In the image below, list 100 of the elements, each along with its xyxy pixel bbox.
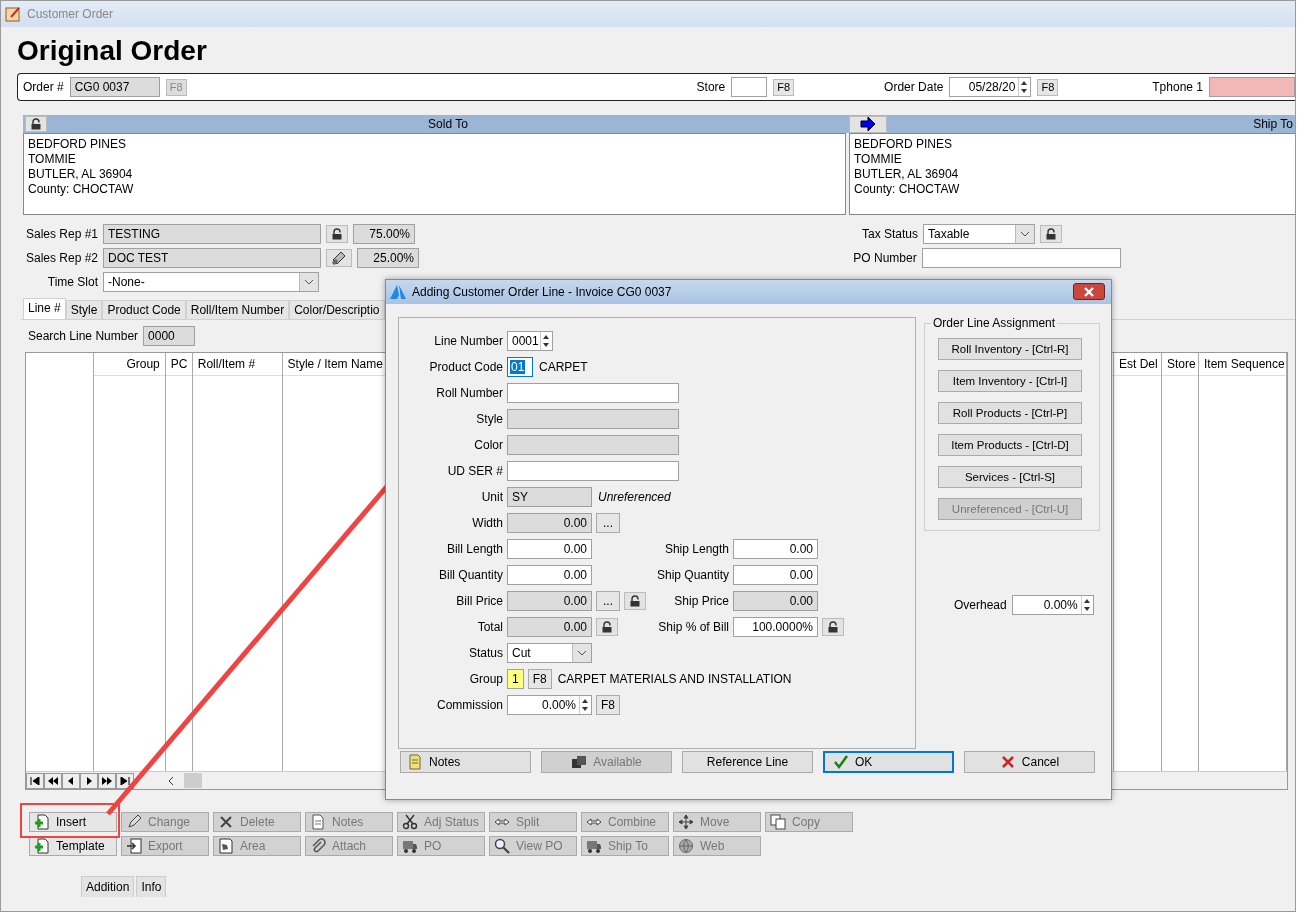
field-button[interactable]: ... (596, 591, 620, 611)
text-field[interactable]: 0.00 (733, 539, 818, 559)
field-note: CARPET (539, 360, 588, 374)
nav-button[interactable] (26, 772, 44, 789)
column-header[interactable]: Roll/Item # (192, 353, 282, 376)
address-line: BUTLER, AL 36904 (28, 167, 134, 182)
tab[interactable]: Info (136, 876, 167, 897)
dialog-button[interactable]: Reference Line (682, 751, 813, 773)
field-label: Order # (23, 80, 64, 94)
commission-share-field[interactable]: 25.00% (357, 247, 419, 268)
lookup-button[interactable]: F8 (773, 78, 795, 96)
lookup-button[interactable]: F8 (1037, 78, 1059, 96)
lock-icon (1045, 227, 1057, 240)
lock-button[interactable] (624, 592, 646, 610)
doc-plus-icon (34, 814, 50, 830)
search-icon (494, 838, 510, 854)
field-button[interactable]: F8 (596, 695, 620, 715)
sales-rep-field[interactable]: TESTING (103, 223, 321, 244)
text-field[interactable]: 0.00 (507, 565, 592, 585)
column-header[interactable]: Est Del (1114, 353, 1161, 376)
text-field[interactable]: 0.00 (507, 591, 592, 611)
lock-button[interactable] (596, 618, 618, 636)
arrow-icon (860, 117, 876, 131)
order-number-field[interactable]: CG0 0037 (69, 77, 160, 97)
address-line: BEDFORD PINES (854, 137, 953, 152)
tab[interactable]: Color/Descriptio (289, 300, 385, 319)
text-field[interactable]: 0.00 (507, 513, 592, 533)
lock-button[interactable] (326, 224, 348, 243)
dialog-button[interactable]: Cancel (964, 751, 1095, 773)
scroll-left-icon[interactable] (166, 775, 176, 786)
code-field[interactable]: 01 (507, 357, 533, 377)
toolbar-button[interactable]: Template (29, 836, 117, 856)
chevron-icon (299, 272, 318, 291)
column-header[interactable]: PC (165, 353, 192, 376)
column-header[interactable]: Store (1162, 353, 1198, 376)
spin-field[interactable]: 0.00% (507, 695, 592, 715)
phone-field[interactable] (1209, 77, 1295, 97)
page-forward-icon (102, 776, 112, 785)
assignment-button[interactable]: Roll Products - [Ctrl-P] (938, 402, 1082, 424)
lock-button[interactable] (1040, 224, 1062, 243)
tab[interactable]: Roll/Item Number (185, 300, 290, 319)
app-logo-icon (390, 285, 406, 299)
tab[interactable]: Addition (81, 876, 135, 897)
page-back-icon (48, 776, 58, 785)
copy-address-button[interactable] (849, 115, 887, 133)
text-field[interactable]: 0.00 (733, 565, 818, 585)
tab[interactable]: Style (65, 300, 103, 319)
text-field[interactable] (507, 383, 679, 403)
field-button[interactable]: ... (596, 513, 620, 533)
time-slot-dropdown[interactable]: -None- (103, 271, 319, 292)
column-header[interactable]: Group (93, 353, 165, 376)
scrollbar-thumb[interactable] (184, 773, 202, 788)
dialog-title: Adding Customer Order Line - Invoice CG0 0037 (412, 285, 672, 299)
text-field[interactable]: 1 (507, 669, 524, 689)
text-field[interactable]: SY (507, 487, 592, 507)
dialog-button[interactable]: Notes (400, 751, 531, 773)
commission-share-field[interactable]: 75.00% (353, 223, 415, 244)
store-field[interactable] (731, 77, 768, 97)
tab[interactable]: Product Code (102, 300, 186, 319)
globe-icon (678, 838, 694, 854)
assignment-button[interactable]: Roll Inventory - [Ctrl-R] (938, 338, 1082, 360)
sales-rep-field[interactable]: DOC TEST (103, 247, 321, 268)
po-number-field[interactable] (921, 247, 1121, 268)
text-field[interactable]: 0.00 (507, 539, 592, 559)
nav-button[interactable] (116, 772, 134, 789)
dialog-button[interactable]: OK (823, 751, 954, 773)
overhead-field[interactable]: 0.00% (1011, 595, 1094, 615)
address-line: BUTLER, AL 36904 (854, 167, 960, 182)
spin-field[interactable]: 0001 (507, 331, 553, 351)
text-field[interactable]: 0.00 (507, 617, 592, 637)
tax-status-dropdown[interactable]: Taxable (923, 223, 1035, 244)
spinner-icon (579, 696, 590, 714)
field-button[interactable]: F8 (527, 669, 552, 689)
assignment-button[interactable]: Services - [Ctrl-S] (938, 466, 1082, 488)
squares-icon (571, 754, 588, 770)
lock-button[interactable] (822, 618, 844, 636)
area-icon (218, 838, 234, 854)
close-button[interactable] (1073, 283, 1105, 300)
nav-button[interactable] (98, 772, 116, 789)
doc-plus-icon (34, 838, 50, 854)
assignment-button[interactable]: Item Inventory - [Ctrl-I] (938, 370, 1082, 392)
text-field[interactable] (507, 435, 679, 455)
date-field[interactable]: 05/28/20 (949, 77, 1032, 97)
field-label: Tax Status (860, 226, 918, 241)
nav-button[interactable] (80, 772, 98, 789)
assignment-button[interactable]: Item Products - [Ctrl-D] (938, 434, 1082, 456)
status-dropdown[interactable]: Cut (507, 643, 592, 663)
text-field[interactable]: 0.00 (733, 591, 818, 611)
lock-button[interactable] (25, 116, 47, 132)
field-label: Product Code (428, 360, 503, 374)
toolbar-button[interactable]: Insert (29, 812, 117, 832)
field-label: Line Number (433, 334, 503, 348)
nav-button[interactable] (44, 772, 62, 789)
tab[interactable]: Line # (23, 298, 66, 319)
text-field[interactable] (507, 461, 679, 481)
text-field[interactable] (507, 409, 679, 429)
column-header[interactable]: Item Sequence (1199, 353, 1286, 376)
search-field[interactable]: 0000 (143, 326, 196, 346)
text-field[interactable]: 100.0000% (733, 617, 818, 637)
nav-button[interactable] (62, 772, 80, 789)
